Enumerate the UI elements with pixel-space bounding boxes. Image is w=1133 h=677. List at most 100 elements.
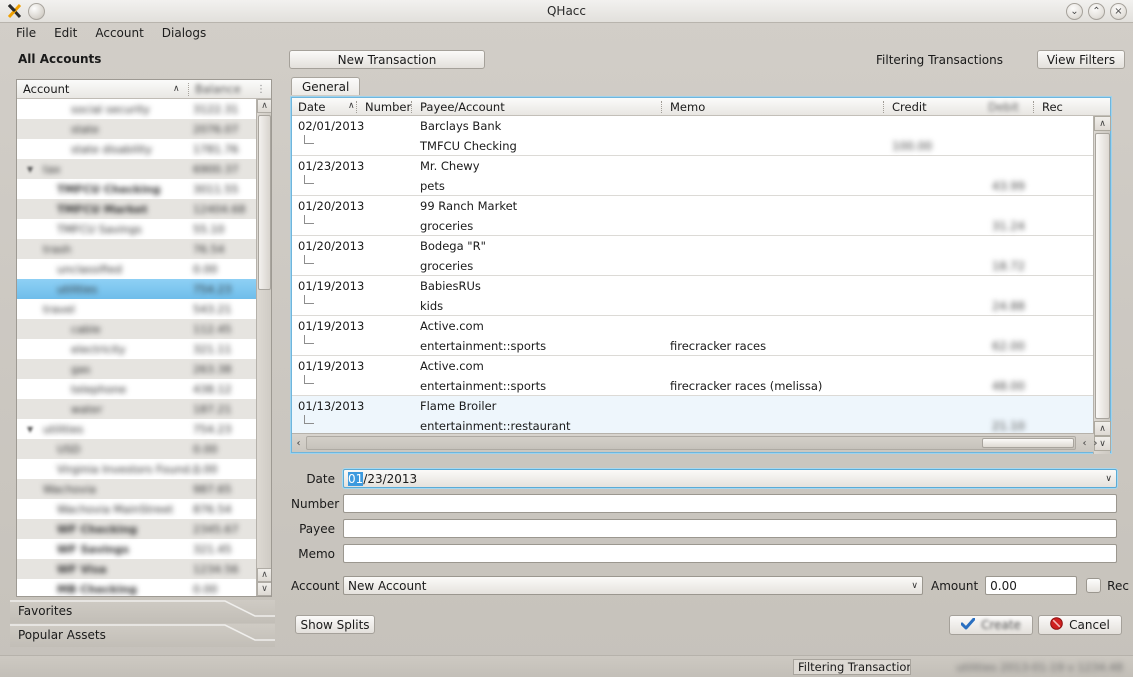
account-row[interactable]: WF Savings 321.45 [17, 539, 271, 559]
show-splits-button[interactable]: Show Splits [295, 615, 375, 634]
transaction-row[interactable]: 01/13/2013 Flame Broiler entertainment::re… [292, 396, 1094, 434]
account-row[interactable]: water 187.21 [17, 399, 271, 419]
transactions-rows[interactable]: 02/01/2013 Barclays Bank TMFCU Checking 100… [292, 116, 1094, 434]
menu-edit[interactable]: Edit [46, 24, 85, 42]
account-row[interactable]: travel 543.21 [17, 299, 271, 319]
account-row[interactable]: unclassified 0.00 [17, 259, 271, 279]
account-expander-icon[interactable]: ▼ [27, 425, 33, 434]
view-filters-button[interactable]: View Filters [1037, 50, 1125, 69]
account-expander-icon[interactable]: ▼ [27, 165, 33, 174]
all-accounts-heading: All Accounts [18, 52, 102, 66]
create-button[interactable]: Create [949, 615, 1033, 635]
sidebar-panel-favorites[interactable]: Favorites [10, 600, 275, 623]
accounts-scrollbar[interactable]: ∧ ∧ ∨ [256, 99, 271, 596]
transaction-row[interactable]: 02/01/2013 Barclays Bank TMFCU Checking 100… [292, 116, 1094, 156]
account-row[interactable]: Wachovia MainStreet 876.54 [17, 499, 271, 519]
minimize-button[interactable]: ⌄ [1066, 3, 1083, 20]
accounts-col-handle[interactable]: ⋮ [256, 84, 266, 95]
transactions-scroll-left-button[interactable]: ‹ [292, 436, 305, 450]
amount-input[interactable]: 0.00 [985, 576, 1078, 595]
rec-checkbox[interactable] [1086, 578, 1102, 593]
column-divider-payee[interactable] [411, 101, 412, 113]
column-header-number[interactable]: Number [365, 100, 411, 114]
column-sort-arrow-icon[interactable]: ∧ [348, 101, 355, 111]
menu-account[interactable]: Account [87, 24, 151, 42]
account-row[interactable]: Virginia Investors Found... 0.00 [17, 459, 271, 479]
account-row[interactable]: utilities 754.23 [17, 279, 271, 299]
date-input[interactable]: 01/23/2013 ∨ [343, 469, 1117, 488]
transaction-row[interactable]: 01/23/2013 Mr. Chewy pets 43.99 [292, 156, 1094, 196]
transactions-scroll-thumb[interactable] [1095, 133, 1110, 419]
column-header-credit[interactable]: Credit [892, 100, 927, 114]
account-row[interactable]: WF Checking 2345.67 [17, 519, 271, 539]
accounts-col-account[interactable]: Account [23, 82, 69, 96]
show-splits-label: Show Splits [300, 617, 370, 632]
account-row[interactable]: cable 112.45 [17, 319, 271, 339]
menu-dialogs[interactable]: Dialogs [154, 24, 214, 42]
column-header-date[interactable]: Date [298, 100, 326, 114]
cancel-button[interactable]: Cancel [1038, 615, 1122, 635]
number-input[interactable] [343, 494, 1117, 513]
account-row[interactable]: TMFCU Checking 3011.55 [17, 179, 271, 199]
column-divider-rec[interactable] [1033, 101, 1034, 113]
column-header-rec[interactable]: Rec [1042, 100, 1063, 114]
accounts-scroll-down-button[interactable]: ∨ [257, 582, 271, 596]
close-button[interactable]: × [1110, 3, 1127, 20]
transaction-row[interactable]: 01/20/2013 Bodega "R" groceries 18.72 [292, 236, 1094, 276]
transaction-row[interactable]: 01/20/2013 99 Ranch Market groceries 31.24 [292, 196, 1094, 236]
accounts-column-header: Account ∧ Balance ⋮ [17, 80, 271, 99]
account-row[interactable]: electricity 321.11 [17, 339, 271, 359]
account-row[interactable]: TMFCU Savings 55.10 [17, 219, 271, 239]
account-row[interactable]: ▼ utilities 754.23 [17, 419, 271, 439]
transactions-scroll-up-button[interactable]: ∧ [1094, 116, 1111, 131]
column-header-payee[interactable]: Payee/Account [420, 100, 505, 114]
account-row[interactable]: Wachovia 987.65 [17, 479, 271, 499]
account-select-value: New Account [348, 578, 427, 593]
transactions-hscroll-track[interactable] [306, 436, 1076, 450]
account-row[interactable]: social security 3122.31 [17, 99, 271, 119]
column-header-debit[interactable]: Debit [988, 100, 1019, 114]
account-row[interactable]: TMFCU Market 12404.68 [17, 199, 271, 219]
account-row[interactable]: MB Checking 0.00 [17, 579, 271, 596]
account-row[interactable]: trash 76.54 [17, 239, 271, 259]
accounts-col-divider[interactable] [188, 83, 189, 96]
transaction-row[interactable]: 01/19/2013 Active.com entertainment::sport… [292, 356, 1094, 396]
transaction-row[interactable]: 01/19/2013 Active.com entertainment::sport… [292, 316, 1094, 356]
tab-general[interactable]: General [291, 77, 361, 95]
check-icon [960, 617, 976, 633]
new-transaction-button[interactable]: New Transaction [289, 50, 485, 69]
account-row[interactable]: USD 0.00 [17, 439, 271, 459]
maximize-button[interactable]: ⌃ [1088, 3, 1105, 20]
column-header-memo[interactable]: Memo [670, 100, 705, 114]
account-row[interactable]: telephone 438.12 [17, 379, 271, 399]
accounts-scroll-thumb[interactable] [258, 115, 271, 290]
menu-file[interactable]: File [8, 24, 44, 42]
transactions-hscroll-thumb[interactable] [982, 438, 1074, 448]
column-divider-credit[interactable] [883, 101, 884, 113]
accounts-scroll-up-button-2[interactable]: ∧ [257, 568, 271, 582]
transactions-vscrollbar[interactable]: ∧ ∧ ∨ [1093, 116, 1111, 454]
accounts-sort-arrow-icon[interactable]: ∧ [173, 84, 180, 94]
transactions-scroll-up-button-2[interactable]: ∧ [1094, 421, 1111, 436]
transactions-scroll-right-button[interactable]: › [1089, 436, 1102, 450]
sidebar-panel-popular-assets[interactable]: Popular Assets [10, 624, 275, 647]
accounts-list[interactable]: social security 3122.31 state 2076.07 state … [17, 99, 271, 596]
account-row[interactable]: WF Visa 1234.56 [17, 559, 271, 579]
account-dropdown-arrow-icon[interactable]: ∨ [911, 581, 918, 591]
transaction-row[interactable]: 01/19/2013 BabiesRUs kids 24.88 [292, 276, 1094, 316]
accounts-col-balance[interactable]: Balance [195, 82, 241, 96]
account-row[interactable]: ▼ tax 6900.37 [17, 159, 271, 179]
column-divider-memo[interactable] [661, 101, 662, 113]
account-row[interactable]: gas 263.38 [17, 359, 271, 379]
payee-input[interactable] [343, 519, 1117, 538]
memo-input[interactable] [343, 544, 1117, 563]
transactions-hscrollbar[interactable]: ‹ ‹ › [292, 433, 1098, 452]
account-row-balance: 876.54 [193, 502, 232, 516]
accounts-scroll-up-button[interactable]: ∧ [257, 99, 271, 113]
account-select[interactable]: New Account ∨ [343, 576, 923, 595]
account-row-balance: 3122.31 [193, 102, 239, 116]
account-row[interactable]: state 2076.07 [17, 119, 271, 139]
account-row[interactable]: state disability 1781.76 [17, 139, 271, 159]
date-dropdown-arrow-icon[interactable]: ∨ [1105, 474, 1112, 484]
column-divider-number[interactable] [356, 101, 357, 113]
